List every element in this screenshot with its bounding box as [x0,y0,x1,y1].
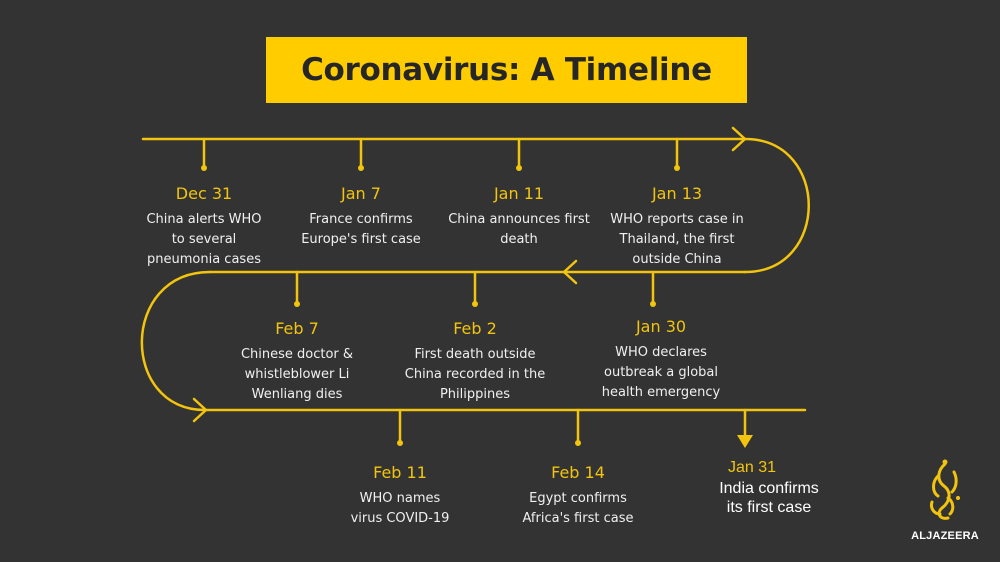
event-jan-11: Jan 11 China announces first death [434,184,604,250]
event-text: France confirms Europe's first case [301,212,421,247]
event-jan-7: Jan 7 France confirms Europe's first cas… [276,184,446,250]
event-feb-7: Feb 7 Chinese doctor & whistleblower Li … [212,319,382,405]
event-text: China announces first death [448,212,590,247]
logo-wordmark: ALJAZEERA [911,530,979,542]
arrow-down-icon [737,435,753,448]
event-text: WHO declares outbreak a global health em… [601,345,721,400]
event-date: Jan 7 [341,184,381,203]
event-text: WHO reports case in Thailand, the first … [610,212,744,267]
event-text: Egypt confirms Africa's first case [522,491,634,526]
event-date: Dec 31 [175,184,233,203]
event-feb-2: Feb 2 First death outside China recorded… [390,319,560,405]
event-date: Jan 30 [635,317,687,336]
event-date: Jan 11 [493,184,545,203]
event-feb-14: Feb 14 Egypt confirms Africa's first cas… [493,463,663,529]
aljazeera-logo: ALJAZEERA [910,458,980,542]
event-text: China alerts WHO to several pneumonia ca… [146,212,262,267]
event-jan-31: Jan 31 India confirms its first case [676,459,819,517]
event-dec-31: Dec 31 China alerts WHO to several pneum… [119,184,289,270]
event-text: India confirms its first case [719,480,819,516]
event-date: Feb 14 [551,463,605,482]
event-date: Jan 13 [651,184,703,203]
event-date: Feb 11 [373,463,427,482]
event-date: Feb 2 [453,319,497,338]
event-date: Jan 31 [728,459,777,476]
event-date: Feb 7 [275,319,319,338]
event-feb-11: Feb 11 WHO names virus COVID-19 [315,463,485,529]
event-jan-13: Jan 13 WHO reports case in Thailand, the… [592,184,762,270]
event-jan-30: Jan 30 WHO declares outbreak a global he… [576,317,746,403]
event-text: WHO names virus COVID-19 [350,491,450,526]
aljazeera-logo-icon [930,459,960,520]
timeline-curve-left [140,270,212,412]
event-text: Chinese doctor & whistleblower Li Wenlia… [240,347,354,402]
event-text: First death outside China recorded in th… [404,347,546,402]
